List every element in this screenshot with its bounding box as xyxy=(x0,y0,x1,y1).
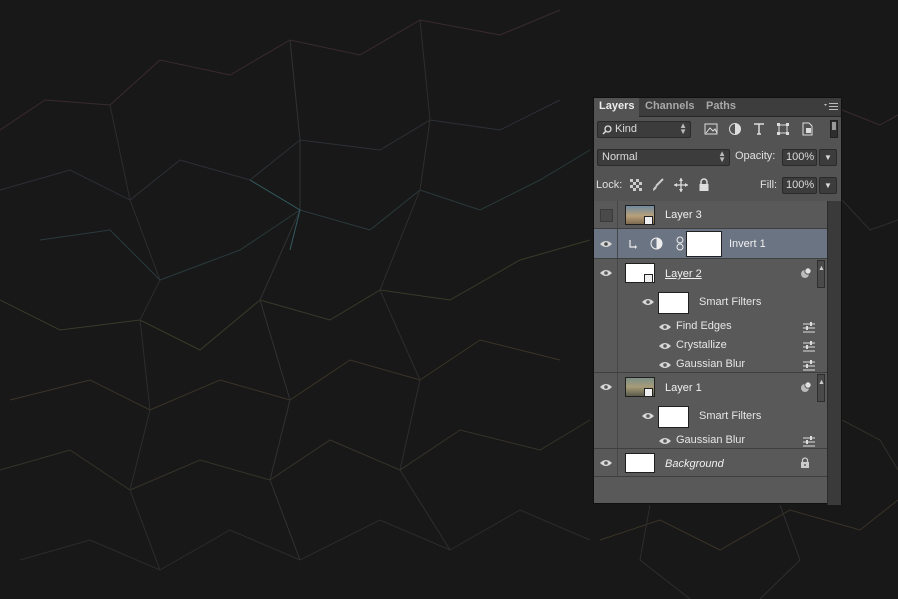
adjustment-layer-filter-icon[interactable] xyxy=(728,122,742,136)
eye-icon xyxy=(600,241,612,247)
opacity-dropdown-button[interactable]: ▼ xyxy=(819,149,837,166)
mask-link-icon[interactable] xyxy=(675,236,685,251)
filter-gaussian-blur[interactable]: Gaussian Blur xyxy=(676,434,745,446)
visibility-off-box xyxy=(600,209,613,222)
smart-object-badge-icon xyxy=(644,274,653,283)
lock-transparent-pixels-icon[interactable] xyxy=(630,179,642,191)
fill-value: 100% xyxy=(786,179,815,191)
smart-filters-indicator-icon[interactable] xyxy=(800,267,812,279)
pixel-layer-filter-icon[interactable] xyxy=(704,122,718,136)
eye-icon xyxy=(600,460,612,466)
panel-tab-bar: Layers Channels Paths xyxy=(594,98,841,117)
panel-menu-icon[interactable] xyxy=(824,102,838,112)
adjustment-layer-icon xyxy=(650,237,663,250)
filter-kind-label: Kind xyxy=(615,123,638,135)
layers-panel: Layers Channels Paths Kind ▲ ▼ Normal ▲ … xyxy=(593,97,842,505)
opacity-value: 100% xyxy=(786,151,815,163)
eye-icon[interactable] xyxy=(659,437,671,445)
blend-mode-value: Normal xyxy=(602,151,638,163)
layer-mask-thumbnail[interactable] xyxy=(686,231,722,257)
smart-filter-mask-thumbnail[interactable] xyxy=(658,292,689,314)
blend-mode-select[interactable]: Normal ▲ ▼ xyxy=(597,149,730,166)
filter-blending-options-icon[interactable] xyxy=(803,321,815,333)
eye-icon[interactable] xyxy=(642,412,654,420)
layer-row-invert-1[interactable]: Invert 1 xyxy=(594,229,827,259)
type-layer-filter-icon[interactable] xyxy=(752,122,766,136)
expand-effects-arrow[interactable]: ▲ xyxy=(817,260,825,288)
eye-icon xyxy=(600,270,612,276)
visibility-toggle[interactable] xyxy=(594,201,618,228)
filter-blending-options-icon[interactable] xyxy=(803,340,815,352)
layer-name[interactable]: Invert 1 xyxy=(729,238,766,250)
search-icon xyxy=(602,125,612,135)
fill-dropdown-button[interactable]: ▼ xyxy=(819,177,837,194)
lock-position-icon[interactable] xyxy=(674,178,688,192)
layers-scrollbar[interactable] xyxy=(827,201,841,505)
smart-object-badge-icon xyxy=(644,216,653,225)
filter-crystallize[interactable]: Crystallize xyxy=(676,339,727,351)
filter-blending-options-icon[interactable] xyxy=(803,359,815,371)
layers-list-empty-area xyxy=(594,477,827,503)
lock-icon xyxy=(801,457,809,468)
layer-row-background[interactable]: Background xyxy=(594,449,827,477)
layer-name[interactable]: Background xyxy=(665,458,724,470)
visibility-toggle[interactable] xyxy=(594,449,618,476)
tab-layers[interactable]: Layers xyxy=(594,98,640,117)
fill-field[interactable]: 100% xyxy=(782,177,817,194)
eye-icon[interactable] xyxy=(659,361,671,369)
eye-icon[interactable] xyxy=(659,342,671,350)
smart-filters-indicator-icon[interactable] xyxy=(800,381,812,393)
eye-icon xyxy=(600,384,612,390)
eye-icon[interactable] xyxy=(659,323,671,331)
eye-icon[interactable] xyxy=(642,298,654,306)
layer-name[interactable]: Layer 2 xyxy=(665,268,702,280)
smart-filters-label: Smart Filters xyxy=(699,410,762,422)
smart-object-badge-icon xyxy=(644,388,653,397)
collapse-arrow-icon: ▲ xyxy=(818,265,825,272)
layer-name[interactable]: Layer 1 xyxy=(665,382,702,394)
layer-row-layer-1[interactable]: Layer 1 ▲ Smart Filters Gaussian Blur xyxy=(594,373,827,449)
visibility-toggle[interactable] xyxy=(594,229,618,258)
updown-arrows-icon: ▲ ▼ xyxy=(679,121,687,136)
visibility-toggle[interactable] xyxy=(594,373,618,448)
filter-gaussian-blur[interactable]: Gaussian Blur xyxy=(676,358,745,370)
tab-paths[interactable]: Paths xyxy=(701,98,741,116)
filter-find-edges[interactable]: Find Edges xyxy=(676,320,732,332)
opacity-label: Opacity: xyxy=(735,150,776,162)
filter-kind-select[interactable]: Kind ▲ ▼ xyxy=(597,121,691,138)
updown-arrows-icon: ▲ ▼ xyxy=(718,149,726,164)
smart-object-filter-icon[interactable] xyxy=(800,122,814,136)
fill-label: Fill: xyxy=(760,179,778,191)
filter-blending-options-icon[interactable] xyxy=(803,435,815,447)
clipping-mask-arrow-icon xyxy=(629,240,637,249)
layer-thumbnail xyxy=(625,453,655,473)
layer-name[interactable]: Layer 3 xyxy=(665,209,702,221)
lock-image-pixels-icon[interactable] xyxy=(651,178,665,192)
layer-row-layer-2[interactable]: Layer 2 ▲ Smart Filters Find Edges Cryst… xyxy=(594,259,827,373)
layer-row-layer-3[interactable]: Layer 3 xyxy=(594,201,827,229)
visibility-toggle[interactable] xyxy=(594,259,618,372)
tab-channels[interactable]: Channels xyxy=(640,98,700,116)
lock-all-icon[interactable] xyxy=(698,178,710,192)
layers-list: Layer 3 Invert 1 Layer 2 ▲ Smart Filters… xyxy=(594,201,827,477)
smart-filter-mask-thumbnail[interactable] xyxy=(658,406,689,428)
lock-label: Lock: xyxy=(596,179,623,191)
smart-filters-label: Smart Filters xyxy=(699,296,762,308)
filter-toggle-switch[interactable] xyxy=(830,120,838,138)
shape-layer-filter-icon[interactable] xyxy=(776,122,790,136)
opacity-field[interactable]: 100% xyxy=(782,149,817,166)
expand-effects-arrow[interactable]: ▲ xyxy=(817,374,825,402)
collapse-arrow-icon: ▲ xyxy=(818,379,825,386)
